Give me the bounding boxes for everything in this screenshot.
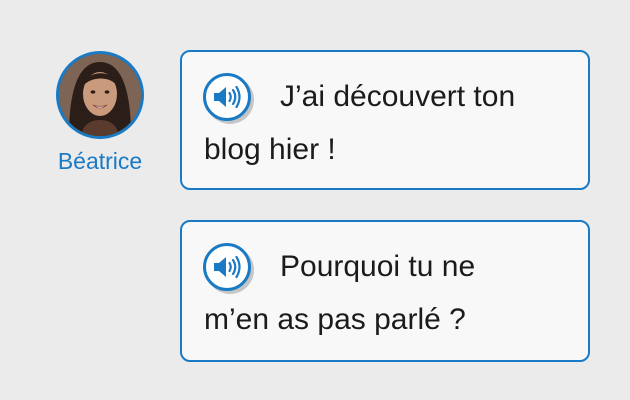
speaker-avatar <box>56 51 144 139</box>
message-line: m’en as pas parlé ? <box>204 303 466 336</box>
message-line: blog hier ! <box>204 133 336 166</box>
message-line: Pourquoi tu ne <box>280 250 476 283</box>
message-bubble: J’ai découvert ton blog hier ! <box>180 50 590 190</box>
portrait-avatar-icon <box>59 54 141 136</box>
message-line: J’ai découvert ton <box>280 80 516 113</box>
message-bubble: Pourquoi tu ne m’en as pas parlé ? <box>180 220 590 362</box>
speaker-name: Béatrice <box>57 148 143 174</box>
